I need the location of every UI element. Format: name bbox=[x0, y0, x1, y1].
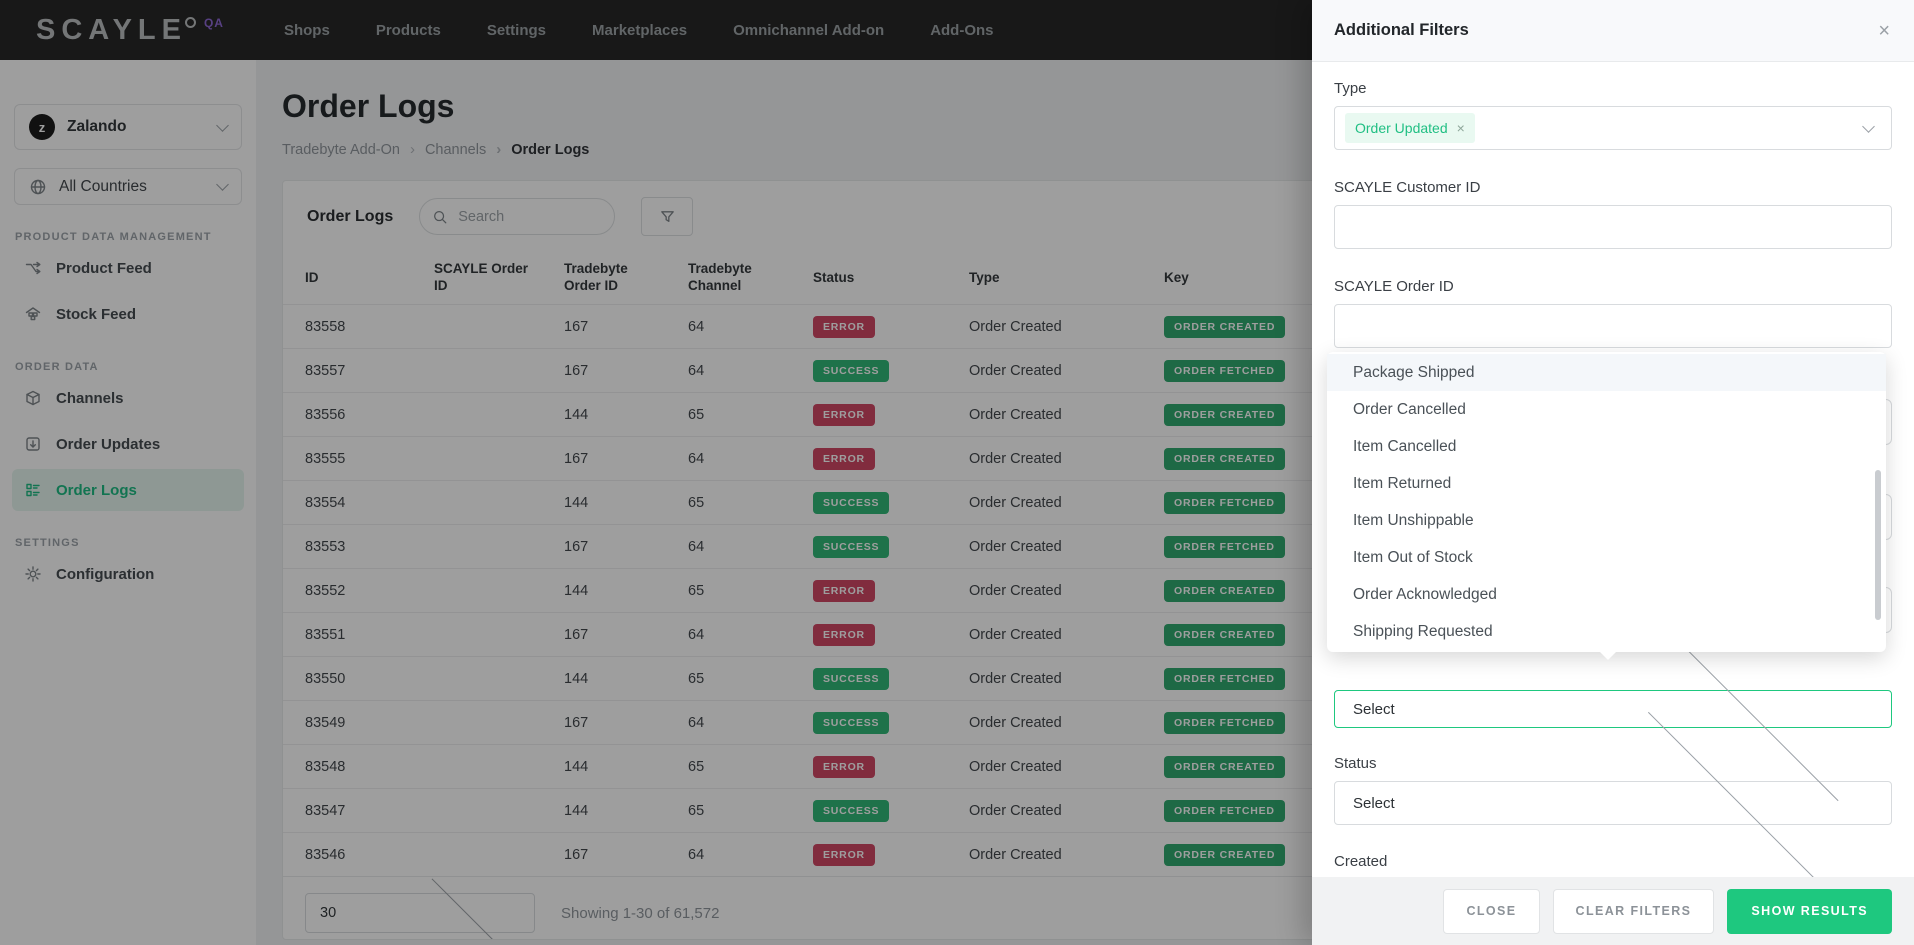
type-tag: Order Updated × bbox=[1345, 113, 1475, 143]
open-select[interactable]: Select bbox=[1334, 615, 1892, 807]
option-order-cancelled[interactable]: Order Cancelled bbox=[1327, 391, 1886, 428]
app-window: SCAYLE QA Shops Products Settings Market… bbox=[0, 0, 1914, 945]
scayle-customer-id-input[interactable] bbox=[1353, 217, 1873, 237]
option-order-acknowledged[interactable]: Order Acknowledged bbox=[1327, 576, 1886, 613]
option-item-out-of-stock[interactable]: Item Out of Stock bbox=[1327, 539, 1886, 576]
select-dropdown-popup: Package Shipped Order Cancelled Item Can… bbox=[1327, 352, 1886, 660]
status-select[interactable]: Select bbox=[1334, 705, 1892, 897]
scayle-order-id-input[interactable] bbox=[1353, 316, 1873, 336]
panel-title: Additional Filters bbox=[1334, 21, 1469, 39]
scayle-order-id-field bbox=[1334, 304, 1892, 348]
chevron-down-icon bbox=[1862, 119, 1875, 133]
option-package-shipped[interactable]: Package Shipped bbox=[1327, 354, 1886, 391]
scayle-order-id-label: SCAYLE Order ID bbox=[1334, 278, 1454, 295]
option-item-returned[interactable]: Item Returned bbox=[1327, 465, 1886, 502]
option-item-cancelled[interactable]: Item Cancelled bbox=[1327, 428, 1886, 465]
panel-footer: CLOSE CLEAR FILTERS SHOW RESULTS bbox=[1312, 877, 1914, 945]
show-results-button[interactable]: SHOW RESULTS bbox=[1727, 888, 1892, 934]
clear-filters-button[interactable]: CLEAR FILTERS bbox=[1552, 888, 1715, 934]
panel-header: Additional Filters × bbox=[1312, 0, 1914, 62]
option-item-unshippable[interactable]: Item Unshippable bbox=[1327, 502, 1886, 539]
dropdown-scrollbar-thumb[interactable] bbox=[1875, 470, 1881, 620]
type-label: Type bbox=[1334, 80, 1367, 97]
scayle-customer-id-field bbox=[1334, 205, 1892, 249]
scayle-customer-id-label: SCAYLE Customer ID bbox=[1334, 179, 1481, 196]
option-shipping-requested[interactable]: Shipping Requested bbox=[1327, 613, 1886, 650]
close-button[interactable]: CLOSE bbox=[1443, 888, 1540, 934]
dropdown-notch bbox=[1599, 651, 1617, 660]
type-multiselect[interactable]: Order Updated × bbox=[1334, 106, 1892, 150]
close-icon[interactable]: × bbox=[1878, 21, 1890, 41]
type-tag-label: Order Updated bbox=[1355, 120, 1448, 136]
open-select-value: Select bbox=[1353, 700, 1395, 718]
status-select-value: Select bbox=[1353, 794, 1395, 812]
tag-remove-icon[interactable]: × bbox=[1457, 120, 1465, 136]
